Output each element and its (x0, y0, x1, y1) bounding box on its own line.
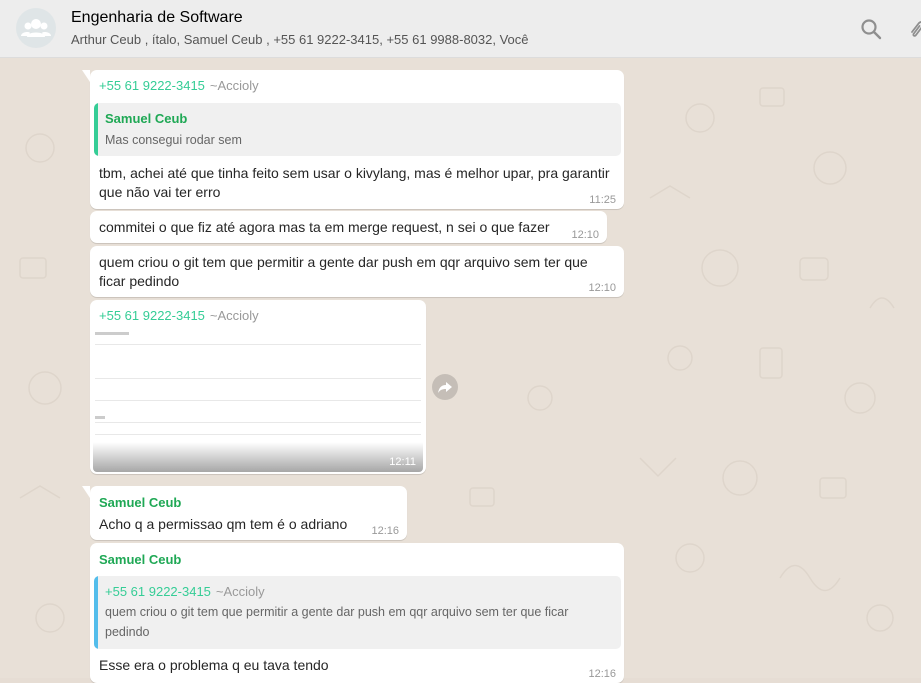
quote-author: +55 61 9222-3415 ~Accioly (105, 584, 265, 599)
quote-author: Samuel Ceub (105, 111, 188, 126)
group-avatar-icon[interactable] (16, 8, 56, 48)
image-thumbnail[interactable]: 12:11 (93, 328, 423, 472)
sender-alias: ~Accioly (209, 78, 259, 93)
message-bubble[interactable]: Samuel Ceub +55 61 9222-3415 ~Accioly que… (90, 543, 624, 683)
message-text-line: que não vai ter erro (99, 184, 221, 200)
participants-list[interactable]: Arthur Ceub , ítalo, Samuel Ceub , +55 6… (71, 32, 529, 47)
message-text-line: quem criou o git tem que permitir a gent… (99, 254, 588, 270)
forward-icon[interactable] (432, 374, 458, 400)
image-content (95, 416, 105, 419)
message-time: 12:11 (389, 456, 416, 468)
message-bubble[interactable]: Samuel Ceub Acho q a permissao qm tem é … (82, 486, 407, 540)
quote-author-number: +55 61 9222-3415 (105, 584, 211, 599)
attach-icon[interactable] (904, 16, 921, 42)
message-text: Esse era o problema q eu tava tendo (99, 657, 329, 673)
message-text-line: ficar pedindo (99, 273, 180, 289)
quote-bar (94, 576, 98, 649)
image-content (95, 422, 421, 423)
message-text: Acho q a permissao qm tem é o adriano (99, 516, 348, 532)
message-sender[interactable]: Samuel Ceub (99, 495, 181, 510)
chat-header: Engenharia de Software Arthur Ceub , íta… (0, 0, 921, 58)
image-content (95, 344, 421, 345)
quote-text-line: quem criou o git tem que permitir a gent… (105, 605, 569, 619)
quote-text: Mas consegui rodar sem (105, 133, 242, 147)
message-text: commitei o que fiz até agora mas ta em m… (99, 219, 550, 235)
message-text-line: tbm, achei até que tinha feito sem usar … (99, 165, 610, 181)
sender-alias: ~Accioly (209, 308, 259, 323)
quote-text-line: pedindo (105, 625, 150, 639)
quote-text: quem criou o git tem que permitir a gent… (105, 602, 568, 642)
chat-title[interactable]: Engenharia de Software (71, 9, 243, 27)
quote-bar (94, 103, 98, 156)
message-time: 12:16 (588, 668, 616, 680)
quoted-message[interactable]: Samuel Ceub Mas consegui rodar sem (94, 103, 621, 156)
message-sender[interactable]: +55 61 9222-3415 ~Accioly (99, 78, 259, 93)
message-time: 12:10 (588, 282, 616, 294)
message-time: 11:25 (589, 194, 616, 206)
message-bubble[interactable]: commitei o que fiz até agora mas ta em m… (90, 211, 607, 243)
image-content (95, 332, 129, 335)
message-sender[interactable]: +55 61 9222-3415 ~Accioly (99, 308, 259, 323)
image-content (95, 434, 421, 435)
image-content (95, 400, 421, 401)
bubble-tail (82, 486, 90, 498)
message-time: 12:16 (371, 525, 399, 537)
message-text: quem criou o git tem que permitir a gent… (99, 253, 588, 291)
message-bubble[interactable]: quem criou o git tem que permitir a gent… (90, 246, 624, 297)
image-message-bubble[interactable]: +55 61 9222-3415 ~Accioly 12:11 (90, 300, 426, 474)
quote-author-alias: ~Accioly (215, 584, 265, 599)
message-bubble[interactable]: +55 61 9222-3415 ~Accioly Samuel Ceub Mas… (82, 70, 624, 209)
message-sender[interactable]: Samuel Ceub (99, 552, 181, 567)
message-time: 12:10 (571, 229, 599, 241)
image-content (95, 378, 421, 379)
message-text: tbm, achei até que tinha feito sem usar … (99, 164, 610, 202)
image-gradient (93, 442, 423, 472)
bubble-tail (82, 70, 90, 82)
search-icon[interactable] (858, 16, 884, 42)
sender-number[interactable]: +55 61 9222-3415 (99, 308, 205, 323)
quoted-message[interactable]: +55 61 9222-3415 ~Accioly quem criou o gi… (94, 576, 621, 649)
sender-number[interactable]: +55 61 9222-3415 (99, 78, 205, 93)
